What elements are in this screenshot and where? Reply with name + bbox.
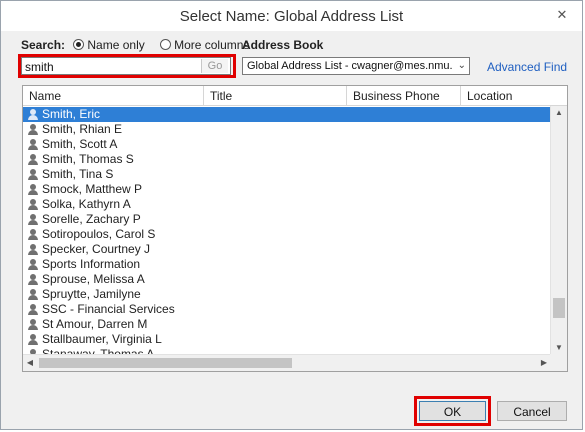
person-icon xyxy=(28,229,38,240)
column-divider[interactable] xyxy=(203,86,204,105)
column-header-location[interactable]: Location xyxy=(467,89,512,103)
contact-name: Sotiropoulos, Carol S xyxy=(42,227,156,241)
list-item[interactable]: SSC - Financial Services xyxy=(23,302,551,317)
contact-name: Sports Information xyxy=(42,257,141,271)
more-columns-radio[interactable]: More columns xyxy=(160,38,249,52)
scroll-up-icon[interactable]: ▲ xyxy=(551,106,567,120)
person-icon xyxy=(28,244,38,255)
list-item[interactable]: Smith, Thomas S xyxy=(23,152,551,167)
search-label: Search: xyxy=(21,38,66,52)
search-highlight-box xyxy=(18,54,236,78)
name-only-label: Name only xyxy=(87,38,145,52)
address-book-value: Global Address List - cwagner@mes.nmu.e xyxy=(247,60,452,72)
vertical-scrollbar[interactable]: ▲ ▼ xyxy=(550,106,567,355)
person-icon xyxy=(28,304,38,315)
list-item[interactable]: Smock, Matthew P xyxy=(23,182,551,197)
advanced-find-link[interactable]: Advanced Find xyxy=(487,60,567,74)
radio-checked-icon xyxy=(73,39,85,50)
contact-name: Smith, Rhian E xyxy=(42,122,123,136)
contact-name: Smock, Matthew P xyxy=(42,182,143,196)
scroll-down-icon[interactable]: ▼ xyxy=(551,341,567,355)
select-name-dialog: Select Name: Global Address List ✕ Searc… xyxy=(0,0,583,430)
contact-name: Sprouse, Melissa A xyxy=(42,272,145,286)
person-icon xyxy=(28,139,38,150)
person-icon xyxy=(28,334,38,345)
search-options: Search: Name only More columns xyxy=(21,38,249,54)
person-icon xyxy=(28,319,38,330)
vertical-scroll-thumb[interactable] xyxy=(553,298,565,318)
ok-highlight-box xyxy=(414,396,491,426)
person-icon xyxy=(28,274,38,285)
person-icon xyxy=(28,184,38,195)
list-item[interactable]: Smith, Eric xyxy=(23,107,551,122)
list-item[interactable]: Sotiropoulos, Carol S xyxy=(23,227,551,242)
contact-name: Specker, Courtney J xyxy=(42,242,151,256)
list-item[interactable]: Smith, Rhian E xyxy=(23,122,551,137)
name-list: Name Title Business Phone Location Smith… xyxy=(22,85,568,372)
contact-name: St Amour, Darren M xyxy=(42,317,148,331)
person-icon xyxy=(28,199,38,210)
list-item[interactable]: Spruytte, Jamilyne xyxy=(23,287,551,302)
list-item[interactable]: Specker, Courtney J xyxy=(23,242,551,257)
list-item[interactable]: Smith, Scott A xyxy=(23,137,551,152)
list-header: Name Title Business Phone Location xyxy=(23,86,567,106)
list-item[interactable]: Stallbaumer, Virginia L xyxy=(23,332,551,347)
scroll-right-icon[interactable]: ▶ xyxy=(537,355,551,371)
person-icon xyxy=(28,124,38,135)
column-header-title[interactable]: Title xyxy=(210,89,232,103)
scroll-left-icon[interactable]: ◀ xyxy=(23,355,37,371)
column-header-name[interactable]: Name xyxy=(29,89,61,103)
list-item[interactable]: Sprouse, Melissa A xyxy=(23,272,551,287)
chevron-down-icon: ⌄ xyxy=(457,60,466,71)
close-button[interactable]: ✕ xyxy=(552,6,572,24)
contact-name: Spruytte, Jamilyne xyxy=(42,287,141,301)
horizontal-scroll-thumb[interactable] xyxy=(39,358,292,368)
list-item[interactable]: Smith, Tina S xyxy=(23,167,551,182)
list-item[interactable]: Sorelle, Zachary P xyxy=(23,212,551,227)
person-icon xyxy=(28,169,38,180)
radio-unchecked-icon xyxy=(160,39,172,50)
contact-name: Smith, Scott A xyxy=(42,137,118,151)
list-item[interactable]: St Amour, Darren M xyxy=(23,317,551,332)
person-icon xyxy=(28,154,38,165)
list-item[interactable]: Sports Information xyxy=(23,257,551,272)
title-bar: Select Name: Global Address List ✕ xyxy=(1,1,582,31)
list-item[interactable]: Solka, Kathyrn A xyxy=(23,197,551,212)
list-rows: Smith, Eric Smith, Rhian E Smith, Scott AS… xyxy=(23,107,551,355)
person-icon xyxy=(28,109,38,120)
horizontal-scrollbar[interactable]: ◀ ▶ xyxy=(23,354,551,371)
person-icon xyxy=(28,289,38,300)
name-only-radio[interactable]: Name only xyxy=(73,38,148,52)
contact-name: Smith, Tina S xyxy=(42,167,114,181)
person-icon xyxy=(28,214,38,225)
address-book-label: Address Book xyxy=(242,38,324,52)
scroll-corner xyxy=(550,354,567,371)
contact-name: Sorelle, Zachary P xyxy=(42,212,141,226)
more-columns-label: More columns xyxy=(174,38,250,52)
contact-name: Smith, Eric xyxy=(42,107,101,121)
dialog-title: Select Name: Global Address List xyxy=(179,8,404,25)
person-icon xyxy=(28,259,38,270)
contact-name: Solka, Kathyrn A xyxy=(42,197,131,211)
column-divider[interactable] xyxy=(346,86,347,105)
contact-name: Stallbaumer, Virginia L xyxy=(42,332,162,346)
column-header-business-phone[interactable]: Business Phone xyxy=(353,89,440,103)
column-divider[interactable] xyxy=(460,86,461,105)
contact-name: SSC - Financial Services xyxy=(42,302,175,316)
address-book-select[interactable]: Global Address List - cwagner@mes.nmu.e … xyxy=(242,57,470,75)
contact-name: Smith, Thomas S xyxy=(42,152,134,166)
cancel-button[interactable]: Cancel xyxy=(497,401,567,421)
